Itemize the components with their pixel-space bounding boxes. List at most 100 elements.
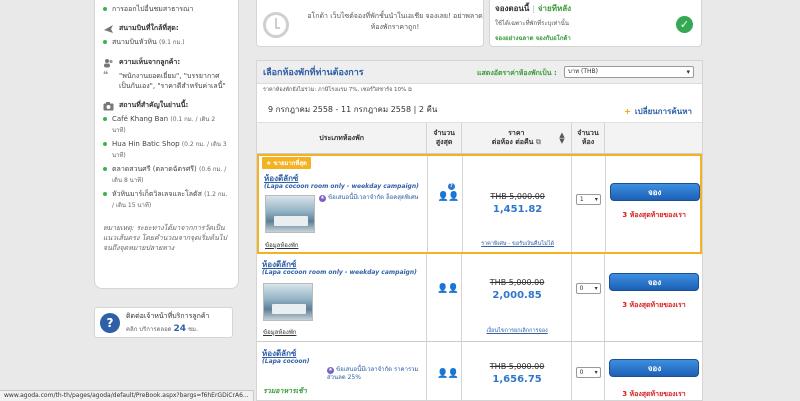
col-max-occupancy: จำนวน สูงสุด: [427, 123, 463, 153]
book-button[interactable]: จอง: [609, 183, 700, 201]
reviews-heading: ความเห็นจากลูกค้า:: [103, 57, 230, 68]
occupancy-cell: 👤👤: [427, 342, 463, 401]
promo-icon: ★: [319, 195, 326, 202]
book-button[interactable]: จอง: [609, 273, 700, 291]
room-qty-select[interactable]: 0: [575, 283, 601, 294]
room-selection-panel: เลือกห้องพักที่ท่านต้องการ แสดงอัตราค่าห…: [256, 60, 703, 401]
list-item: Hua Hin Batic Shop (0.2 กม. / เดิน 3 นาท…: [103, 139, 230, 161]
col-rooms: จำนวน ห้อง: [572, 123, 606, 153]
original-price-value: THB 5,000.00: [489, 362, 545, 371]
room-qty-select[interactable]: 0: [575, 367, 601, 378]
pay-later-title-b: จ่ายทีหลัง: [537, 4, 572, 13]
list-item: ตลาดสวนศรี (ตลาดฉัตรศรี) (0.6 กม. / เดิน…: [103, 164, 230, 186]
rooms-left-notice: 3 ห้องสุดท้ายของเรา: [622, 301, 686, 309]
cancellation-policy-link[interactable]: ราคาพิเศษ - ขอรับเงินคืนไม่ได้: [463, 240, 573, 248]
list-item: หัวหินมาร์เก็ตวิลเลจและโลตัส (1.2 กม. / …: [103, 189, 230, 211]
distance-note: หมายเหตุ: ระยะทางได้มาจากการวัดเป็นแนวเส…: [103, 224, 227, 252]
original-price-value: THB 5,000.00: [490, 192, 545, 201]
occupancy-cell: 👤👤: [427, 254, 463, 341]
change-search-text: เปลี่ยนการค้นหา: [634, 107, 692, 116]
price-cell: THB 5,000.00 1,451.82 ราคาพิเศษ - ขอรับเ…: [463, 156, 572, 252]
room-table-header: ประเภทห้องพัก จำนวน สูงสุด ราคา ต่อห้อง ต่…: [257, 123, 702, 154]
currency-label: แสดงอัตราค่าห้องพักเป็น :: [477, 69, 557, 77]
help-hours: 24: [173, 324, 187, 334]
room-info-link[interactable]: ข้อมูลห้องพัก: [265, 240, 298, 250]
check-icon: ✓: [676, 16, 693, 33]
review-quote-text: "พนักงานยอดเยี่ยม", "บรรยากาศเป็นกันเอง"…: [119, 72, 226, 90]
room-photo[interactable]: [263, 283, 313, 321]
room-qty-cell: 0: [572, 342, 606, 401]
help-unit: ชม.: [187, 326, 198, 333]
col-room-type: ประเภทห้องพัก: [257, 123, 428, 153]
landmark-name: Hua Hin Batic Shop: [112, 140, 180, 148]
promo-icon: ★: [327, 367, 334, 374]
rooms-left-notice: 3 ห้องสุดท้ายของเรา: [622, 390, 686, 398]
price-cell: THB 5,000.00 2,000.85 เงื่อนไขการยกเลิกก…: [462, 254, 572, 341]
best-seller-badge: ★ ขายมากที่สุด: [262, 157, 311, 169]
landmark-name: ตลาดสวนศรี (ตลาดฉัตรศรี): [112, 165, 197, 173]
review-quote: ❝ "พนักงานยอดเยี่ยม", "บรรยากาศเป็นกันเอ…: [103, 71, 230, 91]
room-qty-select[interactable]: 1: [575, 194, 601, 205]
book-cell: จอง 3 ห้องสุดท้ายของเรา: [605, 342, 702, 401]
list-item: สนามบินหัวหิน (9.1 กม.): [103, 37, 230, 48]
list-item: Café Khang Ban (0.1 กม. / เดิน 2 นาที): [103, 114, 230, 136]
book-button[interactable]: จอง: [609, 359, 700, 377]
book-cell: จอง 3 ห้องสุดท้ายของเรา: [606, 156, 700, 252]
room-qty-cell: 0: [572, 254, 606, 341]
pay-later-line2: จองอย่างฉลาด จองกับอโกด้า: [495, 35, 571, 42]
room-info-link[interactable]: ข้อมูลห้องพัก: [263, 327, 296, 337]
table-row: ห้องดีลักซ์ (Lapa cocoon room only - wee…: [257, 254, 702, 342]
room-type-cell: ★ ขายมากที่สุด ห้องดีลักซ์ (Lapa cocoon …: [259, 156, 428, 252]
room-qty-cell: 1: [572, 156, 606, 252]
price-cell: THB 5,000.00 1,656.75: [462, 342, 572, 401]
room-panel-title: เลือกห้องพักที่ท่านต้องการ: [263, 68, 364, 78]
col-price[interactable]: ราคา ต่อห้อง ต่อคืน ⧉ ▲ ▼: [462, 123, 572, 153]
room-subtitle: (Lapa cocoon room only - weekday campaig…: [264, 183, 419, 190]
breakfast-included: รวมอาหารเช้า: [263, 387, 307, 395]
cancellation-policy-link[interactable]: เงื่อนไขการยกเลิกการจอง: [462, 327, 572, 335]
stay-dates-text: 9 กรกฎาคม 2558 - 11 กรกฎาคม 2558 | 2 คืน: [268, 104, 438, 114]
tax-note: ราคาห้องพักยังไม่รวม: ภาษีโรงแรม 7%, เซอ…: [257, 84, 702, 96]
room-subtitle: (Lapa cocoon): [262, 358, 310, 365]
sort-icon[interactable]: ▲ ▼: [559, 132, 564, 145]
currency-select[interactable]: บาท (THB): [564, 66, 694, 78]
room-photo[interactable]: [265, 195, 315, 233]
room-panel-header: เลือกห้องพักที่ท่านต้องการ แสดงอัตราค่าห…: [257, 61, 702, 84]
two-guests-icon: 👤👤: [437, 192, 459, 202]
two-guests-icon: 👤👤: [437, 369, 458, 379]
promo-banner-text: อโกด้า เว็บไซต์จองที่พักชั้นนำในเอเชีย จ…: [307, 12, 483, 31]
info-question-icon[interactable]: ?: [447, 183, 455, 190]
copy-icon: ⧉: [535, 138, 541, 146]
rooms-left-notice: 3 ห้องสุดท้ายของเรา: [622, 211, 686, 219]
bullet-text: การออกไปอื่นชมสาธารณา: [112, 5, 194, 13]
promo-text-value: ข้อเสนอนี้มีเวลาจำกัด ล็อคสุดพิเศษ: [328, 194, 419, 201]
pay-later-line1: ใช้ได้เฉพาะที่พักที่ระบุเท่านั้น: [495, 20, 569, 27]
col-max-b: สูงสุด: [435, 138, 453, 146]
airport-name: สนามบินหัวหิน: [112, 38, 157, 46]
left-column: การออกไปอื่นชมสาธารณา สนามบินที่ใกล้ที่ส…: [94, 0, 239, 338]
help-subtitle: คลิก บริการตลอด 24 ชม.: [126, 324, 209, 334]
col-price-b: ต่อห้อง ต่อคืน: [491, 138, 534, 146]
camera-icon: [103, 101, 114, 111]
help-click[interactable]: คลิก: [126, 326, 137, 333]
customer-service-box[interactable]: ? ติดต่อเจ้าหน้าที่บริการลูกค้า คลิก บริ…: [94, 307, 233, 338]
book-cell: จอง 3 ห้องสุดท้ายของเรา: [605, 254, 702, 341]
original-price: THB 5,000.00: [463, 192, 573, 201]
discounted-price: 1,451.82: [492, 204, 543, 215]
original-price-value: THB 5,000.00: [489, 278, 545, 287]
col-max-a: จำนวน: [433, 129, 455, 137]
change-search-link[interactable]: + เปลี่ยนการค้นหา: [624, 105, 692, 118]
pay-later-title-a: จองตอนนี้: [495, 4, 530, 13]
original-price: THB 5,000.00: [462, 362, 572, 371]
col-price-a: ราคา: [508, 129, 525, 137]
airport-distance: (9.1 กม.): [159, 39, 185, 46]
help-question-icon: ?: [100, 312, 120, 333]
quote-icon: ❝: [103, 70, 109, 81]
promo-text: ★ ข้อเสนอนี้มีเวลาจำกัด ราคารวมส่วนลด 25%: [327, 366, 422, 382]
help-title: ติดต่อเจ้าหน้าที่บริการลูกค้า: [126, 312, 210, 320]
table-row: ★ ขายมากที่สุด ห้องดีลักซ์ (Lapa cocoon …: [257, 154, 702, 254]
airport-heading: สนามบินที่ใกล้ที่สุด:: [103, 23, 230, 34]
airport-heading-text: สนามบินที่ใกล้ที่สุด:: [119, 24, 179, 32]
alarm-clock-icon: [263, 12, 289, 38]
landmarks-heading-text: สถานที่สำคัญในย่านนี้:: [119, 101, 189, 109]
